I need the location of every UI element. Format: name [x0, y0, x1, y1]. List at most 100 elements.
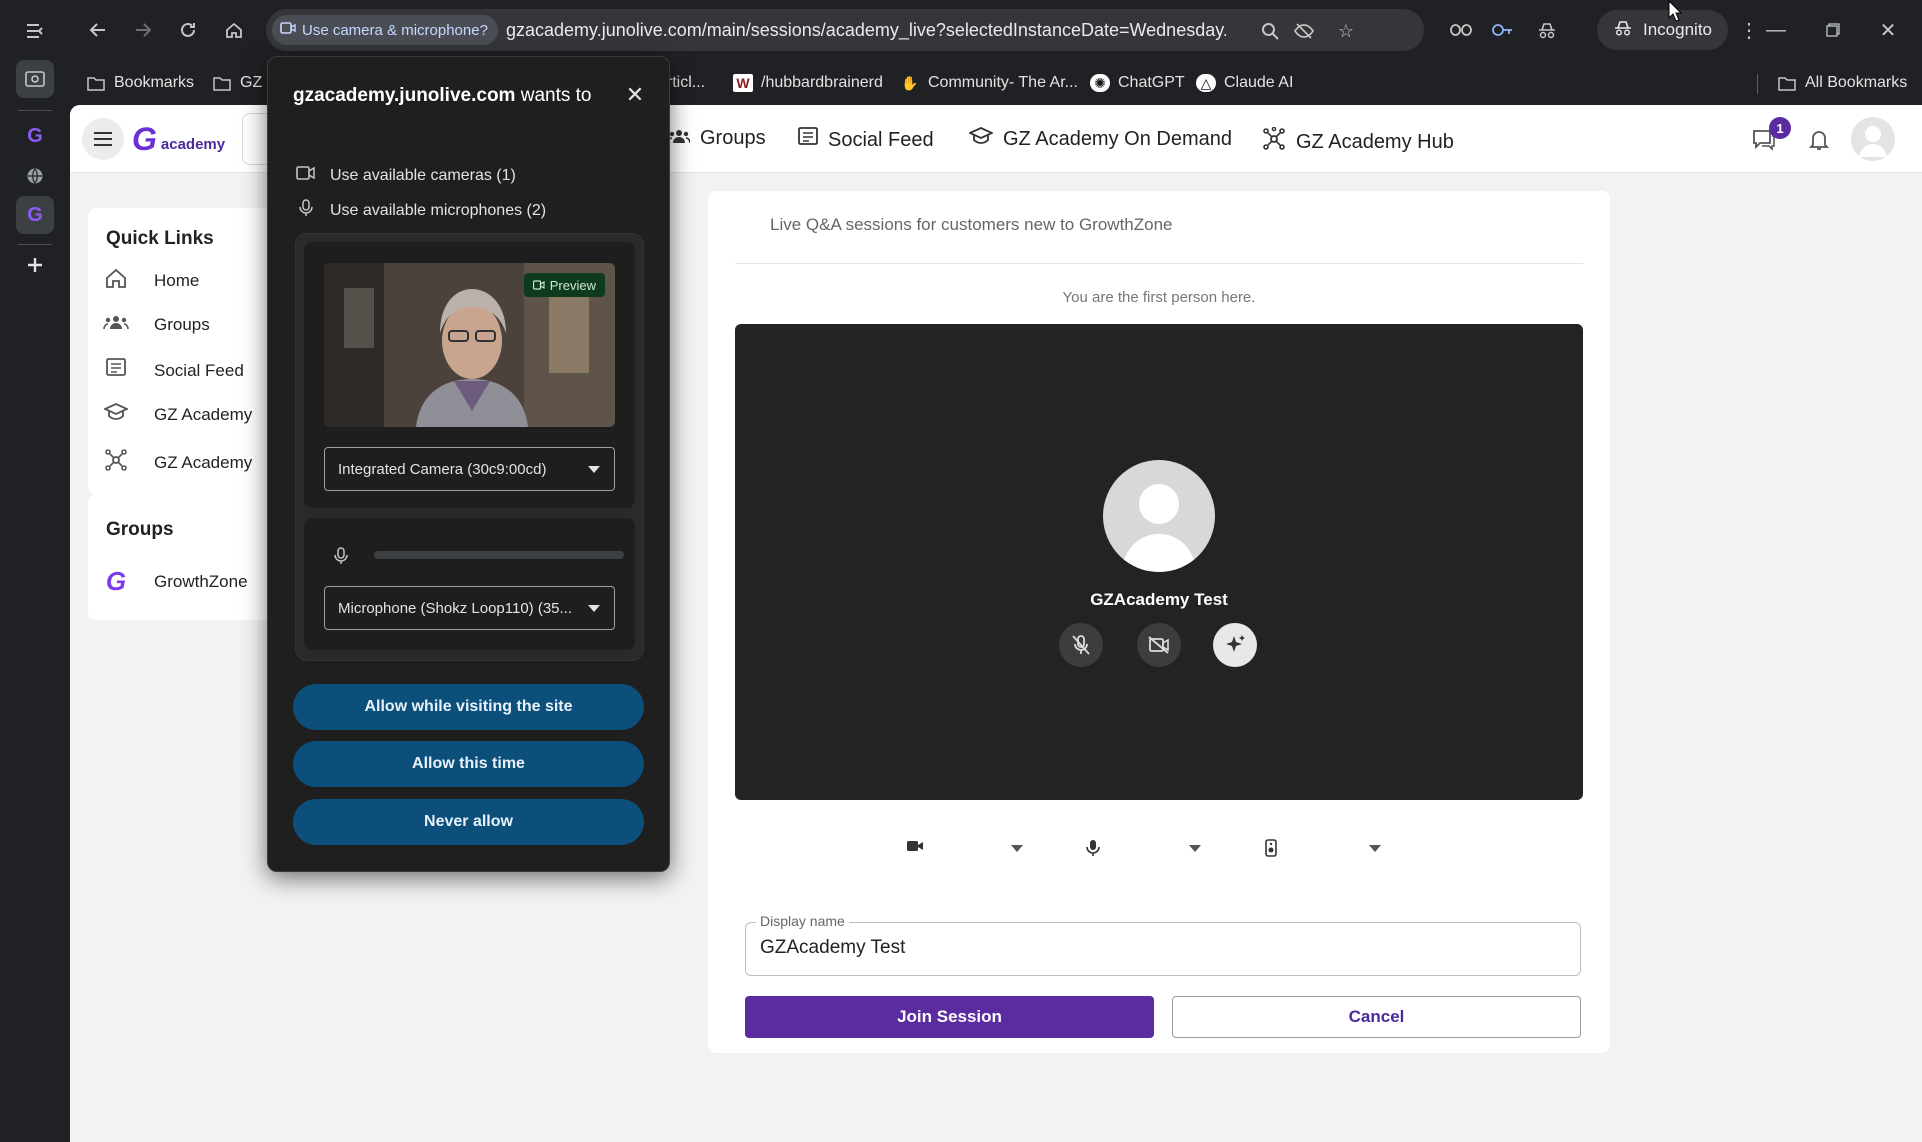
- quick-link-gz-academy-hub[interactable]: GZ Academy: [102, 448, 252, 478]
- restore-icon[interactable]: [1815, 14, 1851, 46]
- display-name-field[interactable]: Display name: [745, 913, 1581, 976]
- incognito-icon: [1613, 20, 1633, 41]
- folder-icon: [1777, 74, 1797, 92]
- camera-icon: [296, 165, 316, 186]
- device-preview-box: Preview Integrated Camera (30c9:00cd) Mi…: [295, 233, 644, 661]
- camera-icon: [280, 21, 296, 39]
- tab-gz-academy-active-icon[interactable]: G: [16, 196, 54, 234]
- tab-globe-icon[interactable]: [16, 157, 54, 195]
- quick-link-social-feed[interactable]: Social Feed: [102, 358, 244, 384]
- hand-icon: ✋: [901, 74, 919, 91]
- camera-device-dropdown[interactable]: [1011, 845, 1023, 852]
- cancel-button[interactable]: Cancel: [1172, 996, 1581, 1038]
- camera-off-icon[interactable]: [1137, 623, 1181, 667]
- hamburger-menu-icon[interactable]: [82, 118, 124, 160]
- incognito-extension-icon[interactable]: [1531, 14, 1563, 46]
- allow-this-time-button[interactable]: Allow this time: [293, 741, 644, 787]
- camera-permission-chip[interactable]: Use camera & microphone?: [272, 15, 498, 45]
- allow-while-visiting-button[interactable]: Allow while visiting the site: [293, 684, 644, 730]
- quick-link-groups[interactable]: Groups: [102, 313, 210, 336]
- w-icon: W: [733, 74, 753, 92]
- tracking-protection-icon[interactable]: [1290, 17, 1318, 45]
- session-card: Live Q&A sessions for customers new to G…: [708, 191, 1610, 1053]
- mic-device-dropdown[interactable]: [1189, 845, 1201, 852]
- feed-icon: [798, 127, 818, 153]
- new-tab-icon[interactable]: [16, 246, 54, 284]
- session-subtitle: Live Q&A sessions for customers new to G…: [770, 215, 1173, 234]
- graduation-cap-icon: [102, 403, 130, 427]
- bookmark-item[interactable]: △ Claude AI: [1196, 68, 1293, 98]
- quick-link-gz-academy-on-demand[interactable]: GZ Academy: [102, 403, 252, 427]
- camera-section: Preview Integrated Camera (30c9:00cd): [304, 242, 635, 508]
- join-session-button[interactable]: Join Session: [745, 996, 1154, 1038]
- nav-gz-academy-hub[interactable]: GZ Academy Hub: [1262, 126, 1454, 157]
- camera-icon: [532, 278, 545, 293]
- participant-name: GZAcademy Test: [1090, 590, 1228, 609]
- mic-muted-icon[interactable]: [1059, 623, 1103, 667]
- bookmark-item[interactable]: W /hubbardbrainerd: [733, 68, 883, 98]
- reload-icon[interactable]: [172, 14, 204, 46]
- bell-icon[interactable]: [1802, 123, 1836, 157]
- tab-gz-academy-icon[interactable]: G: [16, 117, 54, 155]
- gz-academy-logo[interactable]: G academy: [132, 121, 225, 158]
- display-name-label: Display name: [756, 913, 849, 929]
- microphones-permission-line: Use available microphones (2): [296, 199, 546, 222]
- graduation-cap-icon: [967, 127, 995, 151]
- groups-icon: [667, 127, 691, 150]
- address-bar[interactable]: Use camera & microphone? gzacademy.junol…: [266, 9, 1424, 51]
- growthzone-logo-icon: G: [105, 566, 127, 596]
- home-icon: [102, 268, 130, 294]
- bookmark-item[interactable]: ✋ Community- The Ar...: [900, 68, 1078, 98]
- claude-icon: △: [1196, 74, 1216, 92]
- microphone-section: Microphone (Shokz Loop110) (35...: [304, 518, 635, 650]
- nav-gz-academy-on-demand[interactable]: GZ Academy On Demand: [967, 127, 1232, 151]
- effects-sparkle-icon[interactable]: [1213, 623, 1257, 667]
- url-text[interactable]: gzacademy.junolive.com/main/sessions/aca…: [506, 20, 1226, 41]
- microphone-select[interactable]: Microphone (Shokz Loop110) (35...: [324, 586, 615, 630]
- groups-icon: [102, 313, 130, 336]
- back-icon[interactable]: [82, 14, 114, 46]
- browser-toolbar: Use camera & microphone? gzacademy.junol…: [70, 0, 1922, 60]
- zoom-icon[interactable]: [1256, 17, 1284, 45]
- feed-icon: [102, 358, 130, 384]
- minimize-icon[interactable]: —: [1758, 14, 1794, 46]
- hub-icon: [102, 448, 130, 478]
- never-allow-button[interactable]: Never allow: [293, 799, 644, 845]
- camera-select[interactable]: Integrated Camera (30c9:00cd): [324, 447, 615, 491]
- home-icon[interactable]: [218, 14, 250, 46]
- mic-level-bar: [374, 551, 624, 559]
- participant-avatar: [1103, 460, 1215, 572]
- display-name-input[interactable]: [760, 937, 1560, 959]
- bookmark-item[interactable]: GZ: [212, 68, 262, 98]
- quick-link-home[interactable]: Home: [102, 268, 199, 294]
- hub-icon: [1262, 126, 1286, 157]
- collapse-tabs-icon[interactable]: [16, 12, 54, 50]
- mic-device-icon[interactable]: [1086, 839, 1100, 857]
- camera-device-icon[interactable]: [906, 839, 924, 853]
- mouse-cursor-icon: [1668, 0, 1683, 27]
- video-preview: GZAcademy Test: [735, 324, 1583, 800]
- messages-icon[interactable]: 1: [1747, 117, 1791, 157]
- bookmark-item[interactable]: ✺ ChatGPT: [1090, 68, 1185, 98]
- password-key-icon[interactable]: [1486, 14, 1518, 46]
- nav-social-feed[interactable]: Social Feed: [798, 127, 934, 153]
- popup-title: gzacademy.junolive.com wants to: [293, 85, 592, 106]
- tab-search-icon[interactable]: [16, 60, 54, 98]
- close-icon[interactable]: ✕: [621, 81, 649, 109]
- speaker-device-dropdown[interactable]: [1369, 845, 1381, 852]
- nav-groups[interactable]: Groups: [667, 127, 766, 150]
- bookmark-star-icon[interactable]: ☆: [1332, 17, 1360, 45]
- link-icon[interactable]: [1445, 14, 1477, 46]
- cameras-permission-line: Use available cameras (1): [296, 165, 516, 186]
- bookmark-item[interactable]: Bookmarks: [86, 68, 194, 98]
- session-status: You are the first person here.: [1062, 289, 1256, 306]
- forward-icon[interactable]: [127, 14, 159, 46]
- group-item-growthzone[interactable]: G GrowthZone: [102, 566, 248, 597]
- user-avatar[interactable]: [1851, 117, 1895, 161]
- microphone-icon: [296, 199, 316, 222]
- all-bookmarks[interactable]: All Bookmarks: [1777, 68, 1907, 98]
- incognito-indicator[interactable]: Incognito: [1597, 10, 1728, 50]
- close-window-icon[interactable]: ✕: [1870, 14, 1906, 46]
- speaker-device-icon[interactable]: [1265, 839, 1277, 857]
- folder-icon: [86, 74, 106, 92]
